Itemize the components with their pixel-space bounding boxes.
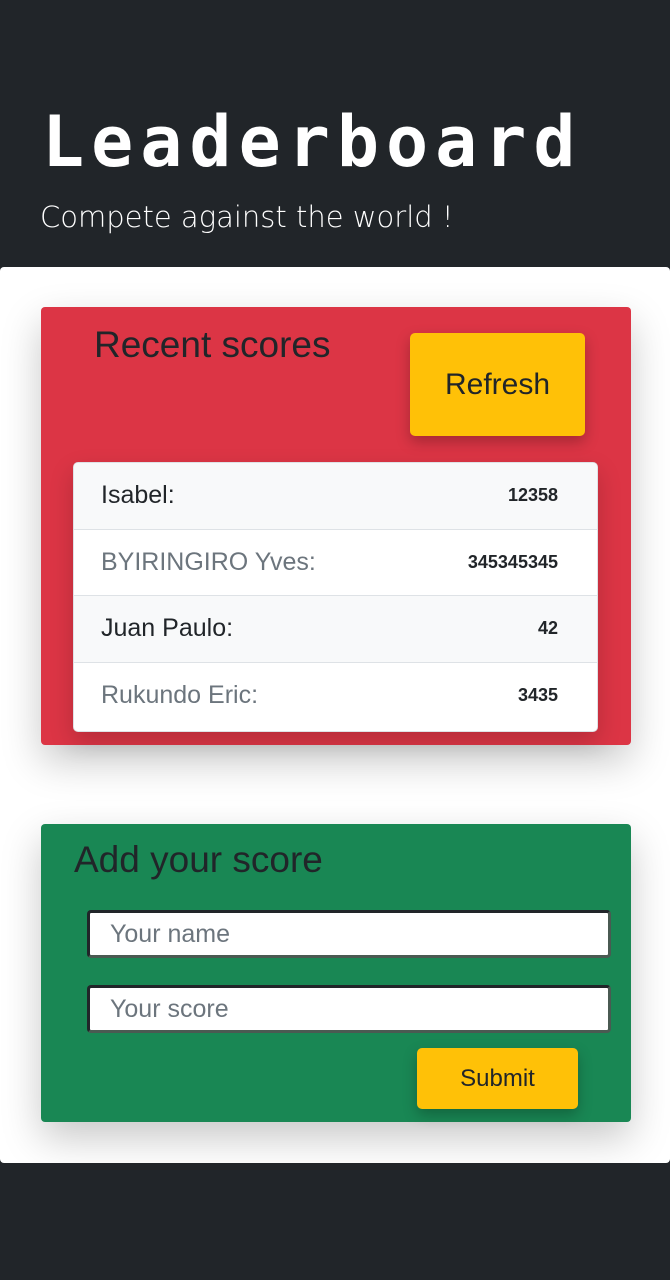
score-value: 345345345	[467, 551, 558, 572]
submit-button[interactable]: Submit	[417, 1048, 578, 1109]
page-title: Leaderboard	[42, 101, 583, 183]
score-list-item: BYIRINGIRO Yves: 345345345	[74, 529, 597, 596]
score-player-name: Rukundo Eric:	[101, 681, 259, 710]
recent-scores-card: Recent scores Refresh Isabel: 12358 BYIR…	[41, 307, 631, 745]
add-score-title: Add your score	[74, 839, 323, 880]
score-list-item: Rukundo Eric: 3435	[74, 662, 597, 729]
page-footer	[0, 1163, 670, 1280]
add-score-card: Add your score Submit	[41, 824, 631, 1122]
main-container: Recent scores Refresh Isabel: 12358 BYIR…	[0, 267, 670, 1163]
score-list: Isabel: 12358 BYIRINGIRO Yves: 345345345…	[73, 462, 598, 732]
score-player-name: Isabel:	[101, 481, 175, 510]
recent-scores-title: Recent scores	[94, 324, 331, 365]
score-list-item: Isabel: 12358	[74, 463, 597, 530]
page-subtitle: Compete against the world !	[40, 200, 454, 234]
score-value: 12358	[507, 485, 558, 506]
score-value: 42	[537, 618, 558, 639]
score-input[interactable]	[87, 985, 611, 1033]
name-input[interactable]	[87, 910, 611, 958]
score-list-item: Juan Paulo: 42	[74, 596, 597, 663]
score-player-name: BYIRINGIRO Yves:	[101, 547, 316, 576]
score-player-name: Juan Paulo:	[101, 614, 234, 643]
page-header: Leaderboard Compete against the world !	[0, 0, 670, 267]
refresh-button[interactable]: Refresh	[410, 333, 585, 436]
score-value: 3435	[517, 685, 558, 706]
